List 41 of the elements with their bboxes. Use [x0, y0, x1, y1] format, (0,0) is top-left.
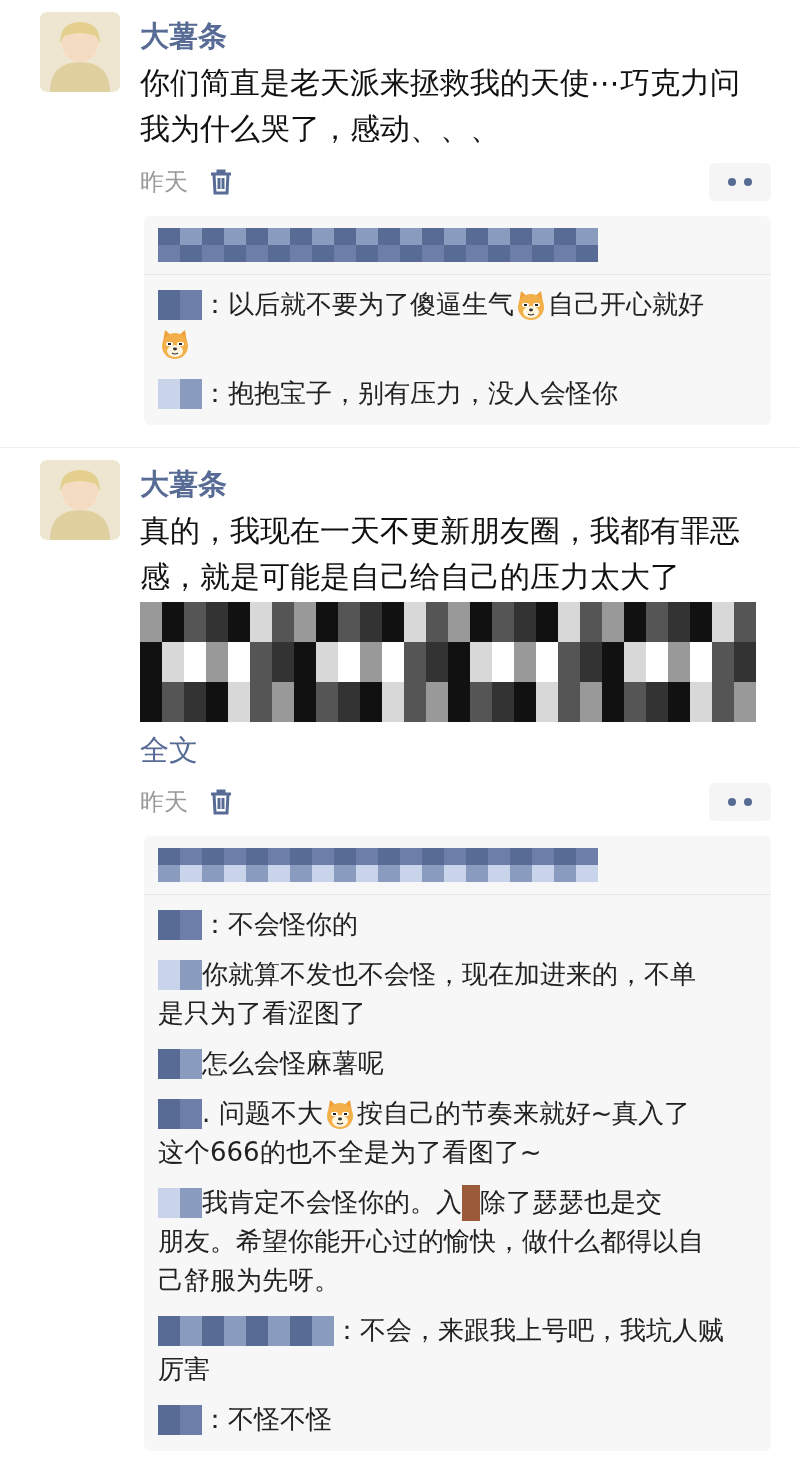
blurred-name	[158, 1098, 202, 1129]
more-button[interactable]	[709, 783, 771, 821]
comment-text: 是只为了看涩图了	[158, 997, 366, 1030]
blurred-name	[158, 289, 202, 320]
blurred-name	[158, 1187, 202, 1218]
blurred-name	[158, 378, 202, 409]
comment-text: ：不会，来跟我上号吧，我坑人贼	[334, 1314, 724, 1347]
comment-text: 怎么会怪麻薯呢	[202, 1047, 384, 1080]
comment-text: 除了瑟瑟也是交	[480, 1186, 662, 1219]
comment-text: 厉害	[158, 1353, 210, 1386]
comment-text: 我肯定不会怪你的。入	[202, 1186, 462, 1219]
comment-text: 按自己的节奏来就好~真入了	[356, 1097, 691, 1130]
trash-icon[interactable]	[210, 789, 232, 815]
comment-text: 你就算不发也不会怪，现在加进来的，不单	[202, 958, 696, 991]
post-text: 真的，我现在一天不更新朋友圈，我都有罪恶感，就是可能是自己给自己的压力太大了	[140, 512, 741, 596]
post-text: 你们简直是老天派来拯救我的天使⋯巧克力问我为什么哭了，感动、、、	[140, 64, 741, 148]
post-time: 昨天	[140, 787, 188, 818]
comment-text: . 问题不大	[202, 1097, 323, 1130]
trash-icon[interactable]	[210, 169, 232, 195]
more-icon	[727, 797, 753, 807]
author-name[interactable]: 大薯条	[140, 14, 771, 58]
comment-text: ：不会怪你的	[202, 908, 358, 941]
comment-text: 自己开心就好	[548, 288, 704, 321]
full-text-link[interactable]: 全文	[140, 728, 198, 772]
comment-text: 己舒服为先呀。	[158, 1264, 340, 1297]
comment-text: ：不怪不怪	[202, 1403, 332, 1436]
comment-text: ：以后就不要为了傻逼生气	[202, 288, 514, 321]
blurred-name	[158, 1404, 202, 1435]
author-name[interactable]: 大薯条	[140, 462, 771, 506]
post-time: 昨天	[140, 167, 188, 198]
blurred-name	[158, 1048, 202, 1079]
comment-text: 这个666的也不全是为了看图了~	[158, 1136, 542, 1169]
blurred-name	[158, 959, 202, 990]
more-icon	[727, 177, 753, 187]
dog-face-icon	[159, 327, 191, 360]
comment-text: ：抱抱宝子，别有压力，没人会怪你	[202, 377, 618, 410]
blurred-image	[462, 1184, 480, 1221]
more-button[interactable]	[709, 163, 771, 201]
comment-text: 朋友。希望你能开心过的愉快，做什么都得以自	[158, 1225, 704, 1258]
dog-face-icon	[515, 288, 547, 321]
blurred-name	[158, 909, 202, 940]
